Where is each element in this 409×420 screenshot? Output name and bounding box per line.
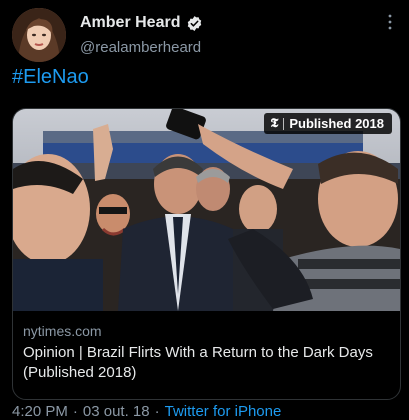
author-name-row[interactable]: Amber Heard xyxy=(80,14,203,32)
tweet-source[interactable]: Twitter for iPhone xyxy=(165,403,282,420)
card-image[interactable]: 𝕿 Published 2018 xyxy=(13,109,400,311)
avatar[interactable] xyxy=(12,8,66,62)
tweet[interactable]: Amber Heard @realamberheard #EleNao 𝕿 Pu… xyxy=(0,0,409,420)
badge-divider xyxy=(283,117,285,130)
tweet-date[interactable]: 03 out. 18 xyxy=(83,403,150,420)
nyt-logo-icon: 𝕿 xyxy=(270,116,279,131)
badge-text: Published 2018 xyxy=(289,116,384,131)
meta-separator-2: · xyxy=(154,403,160,420)
verified-badge-icon xyxy=(188,15,202,31)
more-options-icon[interactable] xyxy=(387,14,393,30)
tweet-hashtag[interactable]: #EleNao xyxy=(12,66,89,89)
card-domain: nytimes.com xyxy=(23,323,102,339)
author-handle[interactable]: @realamberheard xyxy=(80,39,201,56)
card-title[interactable]: Opinion | Brazil Flirts With a Return to… xyxy=(23,343,383,383)
meta-separator: · xyxy=(72,403,78,420)
tweet-meta: 4:20 PM · 03 out. 18 · Twitter for iPhone xyxy=(12,403,281,420)
author-name[interactable]: Amber Heard xyxy=(80,14,180,32)
news-photo xyxy=(13,109,400,311)
link-card[interactable]: 𝕿 Published 2018 nytimes.com Opinion | B… xyxy=(12,108,401,400)
published-badge: 𝕿 Published 2018 xyxy=(264,113,392,134)
tweet-time[interactable]: 4:20 PM xyxy=(12,403,68,420)
avatar-photo xyxy=(12,8,66,62)
